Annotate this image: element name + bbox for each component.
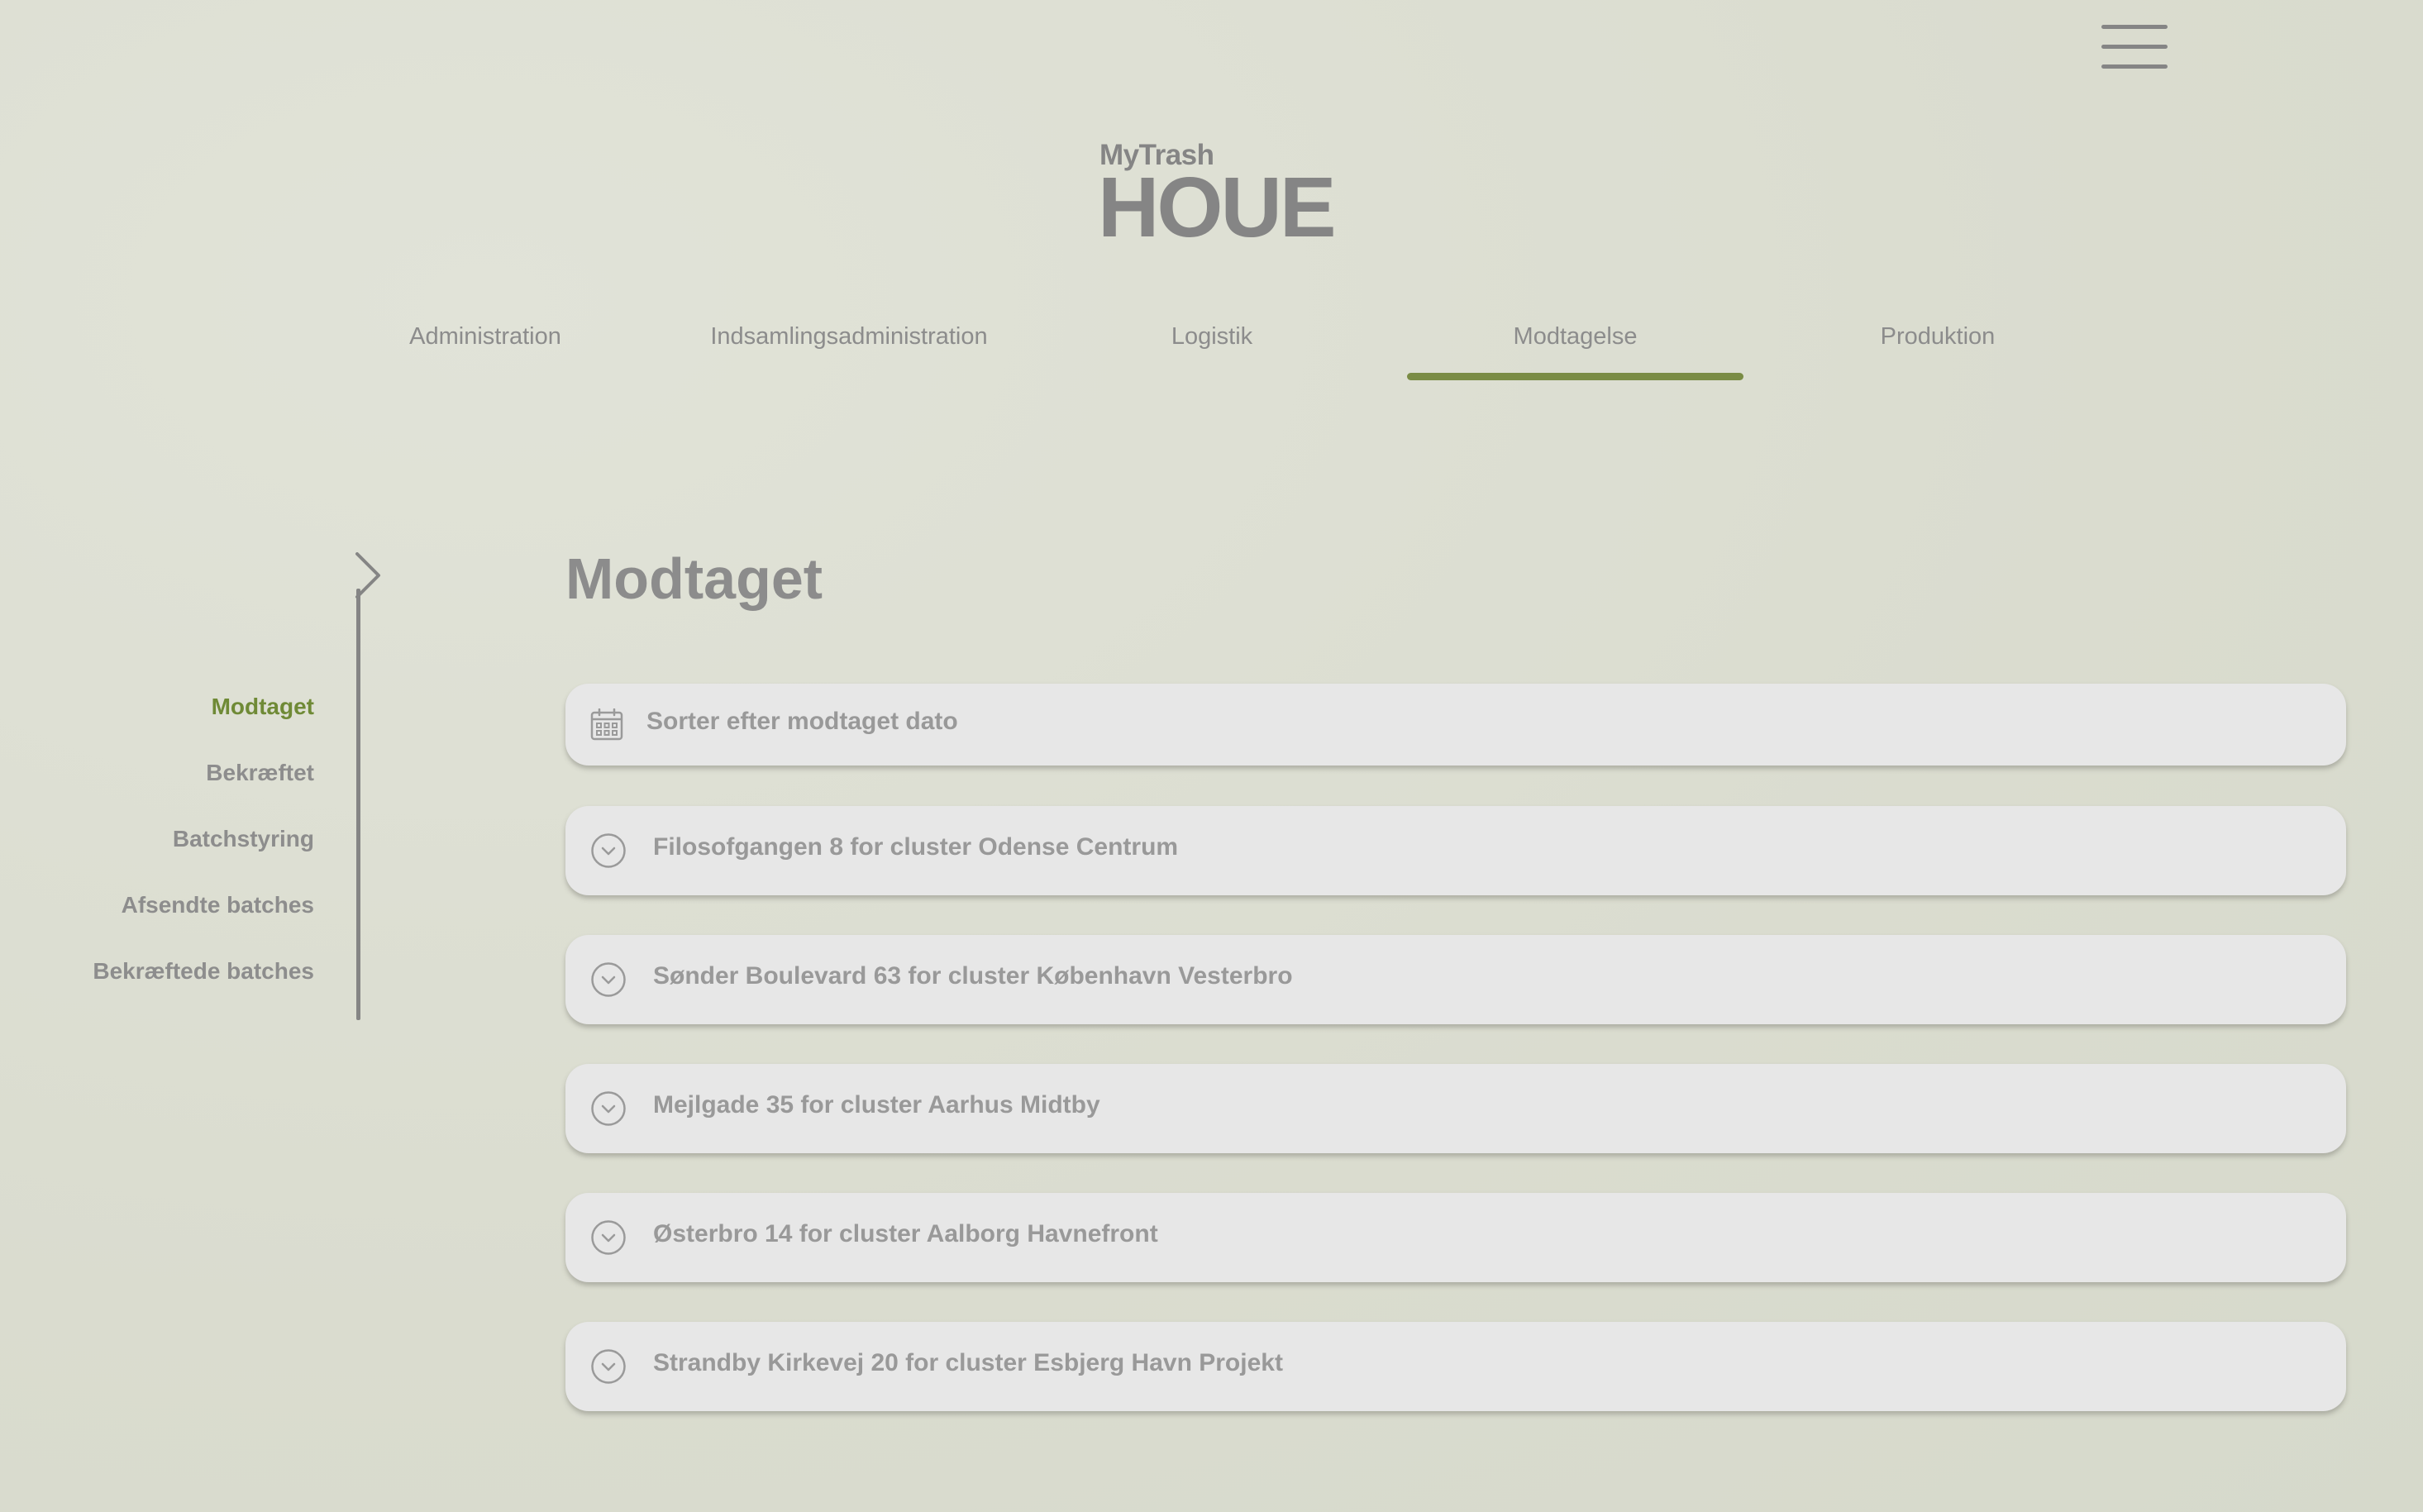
- tab-label: Administration: [409, 323, 561, 350]
- tab-administration[interactable]: Administration: [367, 314, 603, 380]
- list-item-label: Strandby Kirkevej 20 for cluster Esbjerg…: [653, 1349, 1283, 1376]
- list-item[interactable]: Sønder Boulevard 63 for cluster Københav…: [565, 935, 2346, 1024]
- top-navigation: Administration Indsamlingsadministration…: [0, 314, 2423, 389]
- side-item-bekraeftet[interactable]: Bekræftet: [33, 752, 314, 818]
- list-item[interactable]: Strandby Kirkevej 20 for cluster Esbjerg…: [565, 1322, 2346, 1411]
- list-item-label: Østerbro 14 for cluster Aalborg Havnefro…: [653, 1220, 1158, 1247]
- menu-bar: [2101, 25, 2168, 29]
- calendar-icon: [590, 708, 623, 741]
- tab-logistik[interactable]: Logistik: [1125, 314, 1299, 380]
- list-item-label: Sønder Boulevard 63 for cluster Københav…: [653, 962, 1293, 990]
- tab-modtagelse[interactable]: Modtagelse: [1407, 314, 1743, 380]
- side-navigation: Modtaget Bekræftet Batchstyring Afsendte…: [33, 686, 314, 1017]
- tab-label: Produktion: [1880, 323, 1996, 350]
- menu-bar: [2101, 64, 2168, 69]
- list-item-label: Mejlgade 35 for cluster Aarhus Midtby: [653, 1091, 1100, 1118]
- chevron-down-circle-icon[interactable]: [590, 1090, 627, 1127]
- side-item-bekraeftede-batches[interactable]: Bekræftede batches: [33, 951, 314, 1017]
- list-item[interactable]: Østerbro 14 for cluster Aalborg Havnefro…: [565, 1193, 2346, 1282]
- list-item[interactable]: Mejlgade 35 for cluster Aarhus Midtby: [565, 1064, 2346, 1153]
- tab-produktion[interactable]: Produktion: [1840, 314, 2035, 380]
- tab-label: Modtagelse: [1513, 323, 1638, 350]
- tab-label: Logistik: [1171, 323, 1253, 350]
- tab-label: Indsamlingsadministration: [710, 323, 988, 350]
- side-item-modtaget[interactable]: Modtaget: [33, 686, 314, 752]
- chevron-down-circle-icon[interactable]: [590, 1348, 627, 1385]
- sort-label: Sorter efter modtaget dato: [646, 708, 958, 735]
- list-item-label: Filosofgangen 8 for cluster Odense Centr…: [653, 833, 1179, 861]
- chevron-down-circle-icon[interactable]: [590, 832, 627, 869]
- logo: MyTrash HOUE: [1098, 139, 1346, 253]
- chevron-down-circle-icon[interactable]: [590, 961, 627, 998]
- hamburger-menu-icon[interactable]: [2100, 23, 2169, 71]
- side-item-afsendte-batches[interactable]: Afsendte batches: [33, 885, 314, 951]
- menu-bar: [2101, 45, 2168, 49]
- tab-indsamlingsadministration[interactable]: Indsamlingsadministration: [683, 314, 1015, 380]
- page-title: Modtaget: [565, 546, 823, 611]
- logo-big-text: HOUE: [1098, 160, 1337, 255]
- side-nav-divider: [356, 589, 360, 1020]
- chevron-down-circle-icon[interactable]: [590, 1219, 627, 1256]
- list-item[interactable]: Filosofgangen 8 for cluster Odense Centr…: [565, 806, 2346, 895]
- sort-by-date-button[interactable]: Sorter efter modtaget dato: [565, 684, 2346, 766]
- side-item-batchstyring[interactable]: Batchstyring: [33, 818, 314, 885]
